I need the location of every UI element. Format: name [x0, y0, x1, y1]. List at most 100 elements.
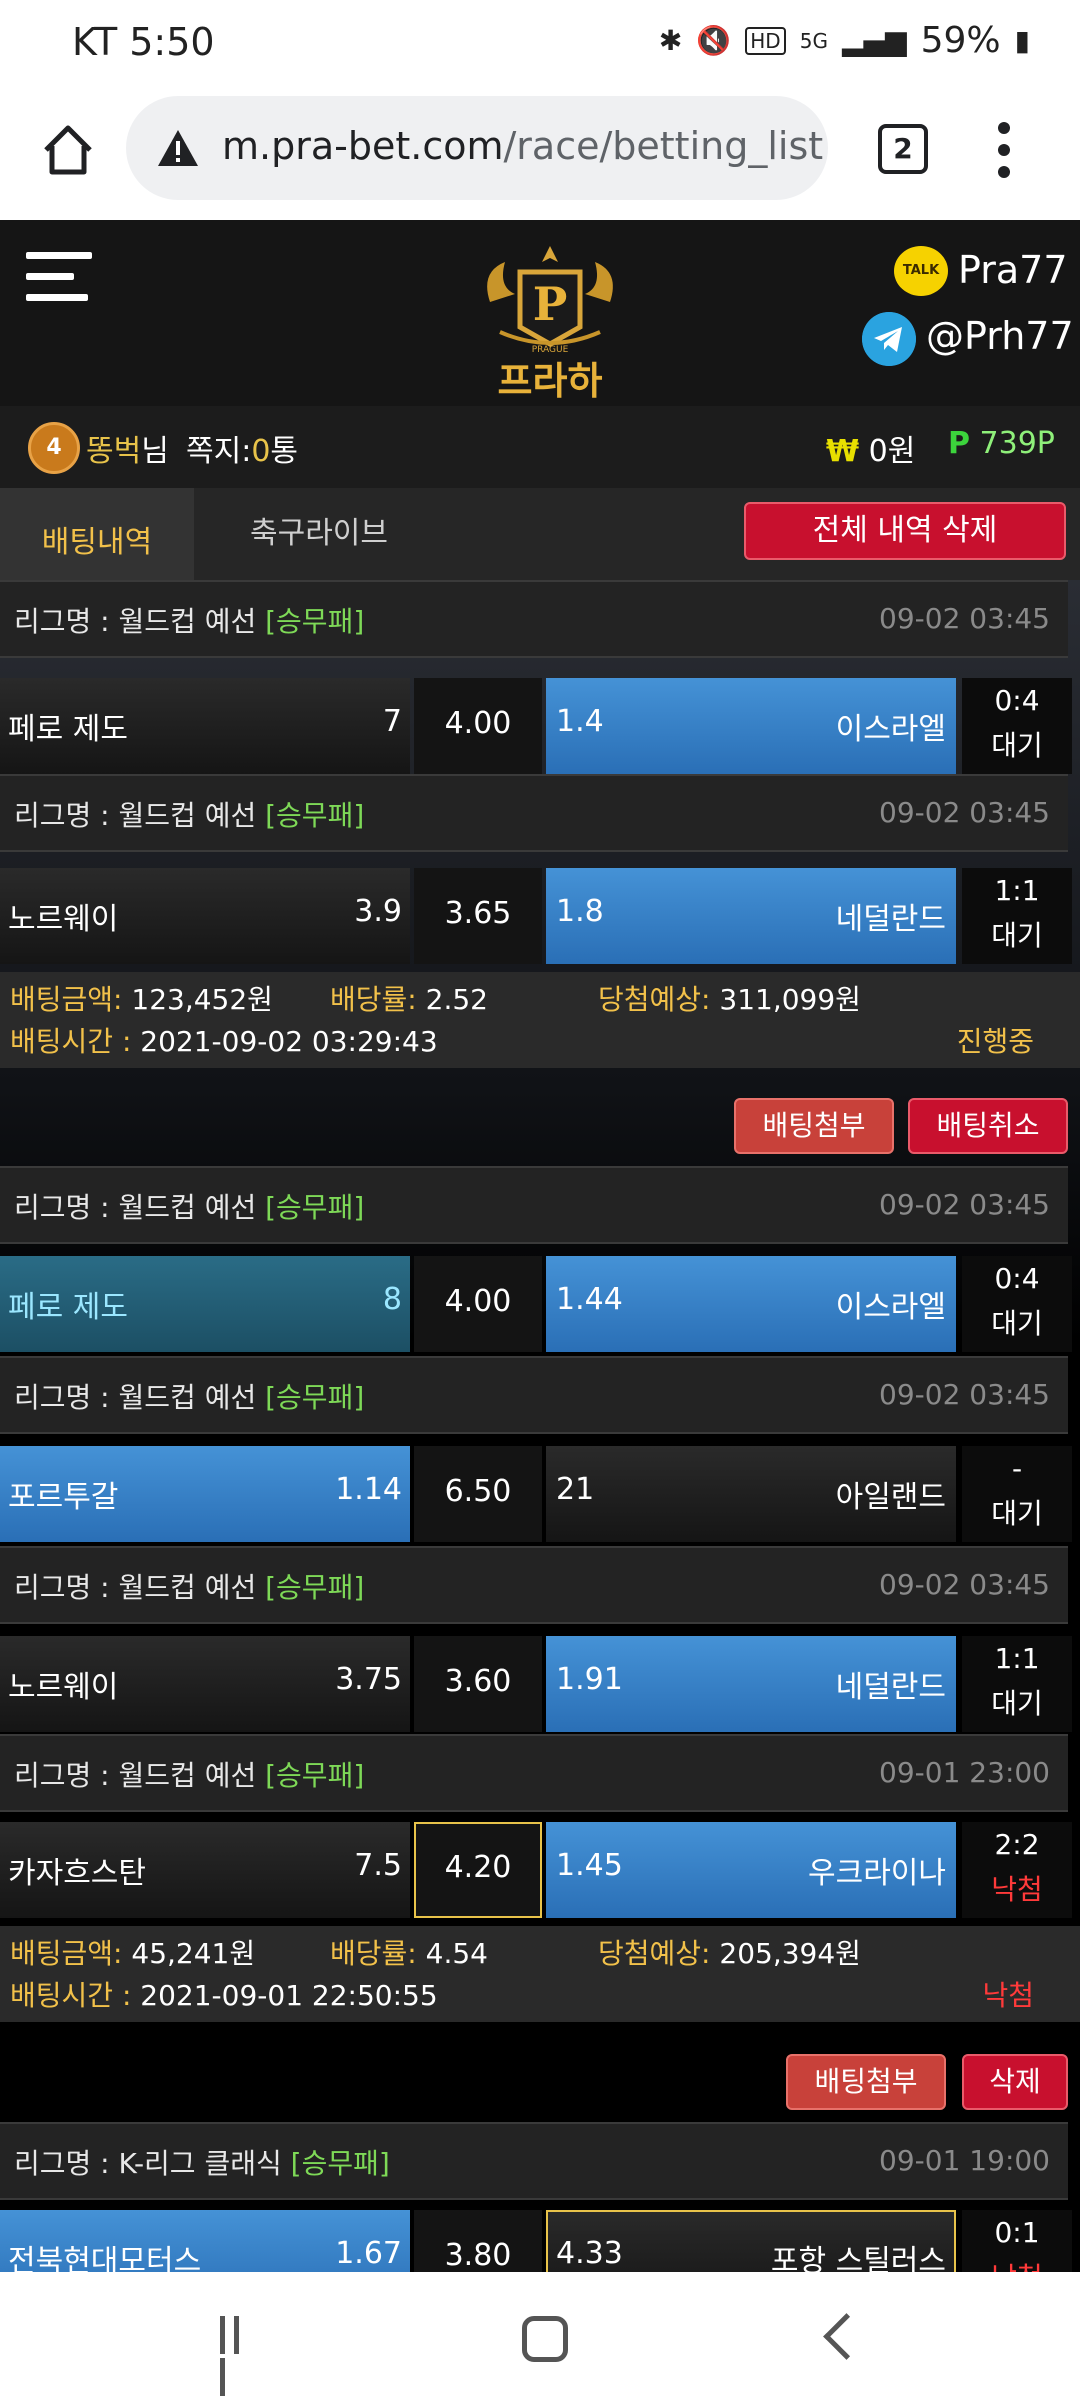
home-odds: 7.5	[354, 1848, 402, 1883]
league-name: 월드컵 예선	[118, 605, 257, 638]
username-text: 똥벅	[86, 434, 142, 469]
bet-summary: 배팅금액: 45,241원 배당률: 4.54 당첨예상: 205,394원 배…	[0, 1926, 1080, 2022]
away-cell[interactable]: 1.91 네덜란드	[546, 1636, 956, 1732]
draw-cell[interactable]: 4.00	[414, 678, 542, 774]
score: -	[1011, 1452, 1023, 1485]
away-cell[interactable]: 1.45 우크라이나	[546, 1822, 956, 1918]
signal-icon: ▂▄▆	[841, 24, 907, 57]
kakao-id[interactable]: Pra77	[958, 248, 1068, 292]
bet-rate-label: 배당률:	[330, 1937, 417, 1970]
home-cell[interactable]: 포르투갈 1.14	[0, 1446, 410, 1542]
expected-win-value: 205,394원	[719, 1937, 861, 1970]
tab-soccer-live[interactable]: 축구라이브	[250, 508, 388, 552]
market-type: [승무패]	[265, 1571, 365, 1604]
memo-count[interactable]: 쪽지:0통	[186, 426, 298, 470]
match-row: 노르웨이 3.75 3.60 1.91 네덜란드 1:1 대기	[0, 1636, 1080, 1732]
market-type: [승무패]	[265, 1191, 365, 1224]
point-value: 739P	[979, 426, 1055, 461]
status-icons: ✱ 🔇 HD 5G ▂▄▆ 59% ▮	[659, 20, 1030, 61]
match-status: 대기	[991, 1497, 1043, 1530]
telegram-id[interactable]: @Prh77	[926, 314, 1074, 358]
home-cell[interactable]: 페로 제도 7	[0, 678, 410, 774]
league-name: 월드컵 예선	[118, 799, 257, 832]
browser-toolbar: m.pra-bet.com/race/betting_list 2	[0, 92, 1080, 220]
attach-bet-button[interactable]: 배팅첨부	[734, 1098, 894, 1154]
away-team: 아일랜드	[835, 1480, 946, 1515]
league-title: 리그명 : K-리그 클래식 [승무패]	[14, 2142, 390, 2182]
score: 2:2	[994, 1828, 1040, 1861]
away-cell[interactable]: 1.44 이스라엘	[546, 1256, 956, 1352]
league-name: 월드컵 예선	[118, 1759, 257, 1792]
league-name: 월드컵 예선	[118, 1571, 257, 1604]
home-cell[interactable]: 카자흐스탄 7.5	[0, 1822, 410, 1918]
result-cell: 0:4 대기	[962, 1256, 1072, 1352]
away-cell[interactable]: 1.8 네덜란드	[546, 868, 956, 964]
bet-amount-value: 45,241원	[131, 1937, 256, 1970]
bet-state: 진행중	[956, 1025, 1034, 1058]
league-name: 월드컵 예선	[118, 1191, 257, 1224]
match-time: 09-02 03:45	[879, 796, 1050, 829]
bet-rate: 배당률: 2.52	[330, 978, 488, 1018]
bet-amount: 배팅금액: 123,452원	[10, 978, 273, 1018]
telegram-icon[interactable]	[862, 312, 916, 366]
home-team: 카자흐스탄	[8, 1856, 146, 1891]
match-status: 대기	[991, 1307, 1043, 1340]
delete-all-button[interactable]: 전체 내역 삭제	[744, 502, 1066, 560]
match-status: 대기	[991, 919, 1043, 952]
cancel-bet-button[interactable]: 배팅취소	[908, 1098, 1068, 1154]
recent-apps-icon[interactable]	[220, 2316, 260, 2396]
match-row: 페로 제도 8 4.00 1.44 이스라엘 0:4 대기	[0, 1256, 1080, 1352]
league-title: 리그명 : 월드컵 예선 [승무패]	[14, 1186, 364, 1226]
address-bar[interactable]: m.pra-bet.com/race/betting_list	[126, 96, 828, 200]
draw-odds: 4.00	[444, 706, 512, 741]
home-team: 페로 제도	[8, 1290, 128, 1325]
home-odds: 1.67	[335, 2236, 402, 2271]
home-cell[interactable]: 노르웨이 3.9	[0, 868, 410, 964]
back-icon[interactable]	[823, 2313, 870, 2360]
bet-amount-label: 배팅금액:	[10, 1937, 123, 1970]
battery-icon: ▮	[1014, 24, 1030, 57]
home-cell[interactable]: 페로 제도 8	[0, 1256, 410, 1352]
match-time: 09-02 03:45	[879, 602, 1050, 635]
draw-cell[interactable]: 6.50	[414, 1446, 542, 1542]
result-cell: 1:1 대기	[962, 868, 1072, 964]
draw-cell[interactable]: 3.60	[414, 1636, 542, 1732]
score: 0:1	[994, 2216, 1040, 2249]
hamburger-menu-icon[interactable]	[26, 252, 92, 316]
home-icon[interactable]	[38, 120, 98, 180]
draw-odds: 6.50	[444, 1474, 512, 1509]
kakaotalk-icon[interactable]: TALK	[894, 246, 948, 296]
draw-cell[interactable]: 3.65	[414, 868, 542, 964]
score: 1:1	[994, 1642, 1040, 1675]
bet-amount: 배팅금액: 45,241원	[10, 1932, 255, 1972]
away-odds: 1.4	[556, 704, 604, 739]
carrier-time: KT 5:50	[72, 20, 215, 64]
more-menu-icon[interactable]	[998, 122, 1012, 182]
bet-summary: 배팅금액: 123,452원 배당률: 2.52 당첨예상: 311,099원 …	[0, 972, 1080, 1068]
match-status: 대기	[991, 729, 1043, 762]
home-odds: 1.14	[335, 1472, 402, 1507]
match-row: 카자흐스탄 7.5 4.20 1.45 우크라이나 2:2 낙첨	[0, 1822, 1080, 1918]
league-row: 리그명 : 월드컵 예선 [승무패] 09-02 03:45	[0, 1356, 1068, 1434]
away-odds: 1.44	[556, 1282, 623, 1317]
score: 0:4	[994, 1262, 1040, 1295]
tab-switcher-button[interactable]: 2	[878, 124, 928, 174]
away-cell[interactable]: 21 아일랜드	[546, 1446, 956, 1542]
result-cell: 2:2 낙첨	[962, 1822, 1072, 1918]
away-team: 우크라이나	[808, 1856, 946, 1891]
delete-bet-button[interactable]: 삭제	[962, 2054, 1068, 2110]
memo-number: 0	[251, 434, 271, 469]
nav-home-icon[interactable]	[522, 2316, 568, 2362]
draw-odds: 3.60	[444, 1664, 512, 1699]
home-cell[interactable]: 노르웨이 3.75	[0, 1636, 410, 1732]
tab-betting-history[interactable]: 배팅내역	[0, 488, 194, 580]
home-team: 포르투갈	[8, 1480, 119, 1515]
url-path: /race/betting_list	[503, 124, 824, 168]
url-text[interactable]: m.pra-bet.com/race/betting_list	[222, 124, 823, 168]
warning-icon[interactable]	[156, 128, 200, 168]
attach-bet-button[interactable]: 배팅첨부	[786, 2054, 946, 2110]
draw-cell[interactable]: 4.20	[414, 1822, 542, 1918]
draw-cell[interactable]: 4.00	[414, 1256, 542, 1352]
league-name: K-리그 클래식	[118, 2147, 282, 2180]
away-cell[interactable]: 1.4 이스라엘	[546, 678, 956, 774]
